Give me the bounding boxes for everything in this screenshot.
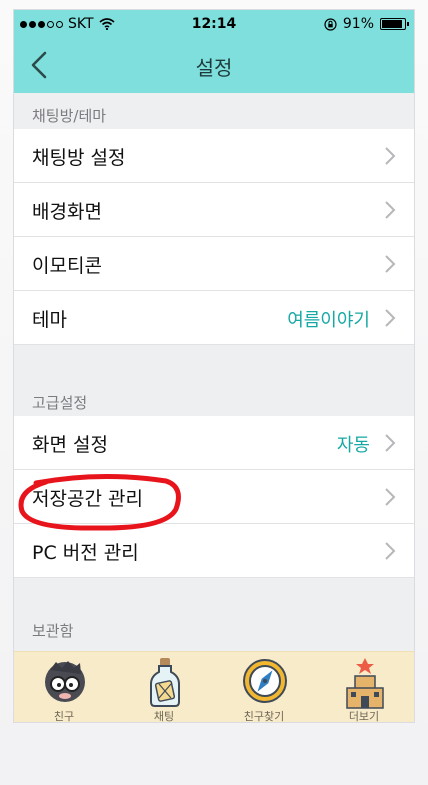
row-label: PC 버전 관리 (32, 542, 139, 564)
screen-settings-value: 자동 (336, 435, 370, 456)
page-title: 설정 (195, 56, 233, 80)
chevron-right-icon (385, 201, 396, 219)
chat-bottle-icon (150, 658, 180, 707)
tab-friends[interactable]: 친구 (14, 652, 114, 722)
row-label: 테마 (32, 309, 67, 331)
section-header-archive: 보관함 (32, 622, 74, 640)
tab-label: 채팅 (153, 710, 175, 722)
row-screen-settings[interactable]: 화면 설정 자동 (14, 416, 414, 470)
tab-more[interactable]: 더보기 (314, 652, 414, 722)
sandcastle-icon (346, 658, 384, 709)
chevron-right-icon (385, 434, 396, 452)
row-emoticon[interactable]: 이모티콘 (14, 237, 414, 291)
tab-chat[interactable]: 채팅 (114, 652, 214, 722)
battery-icon (380, 18, 409, 30)
tab-label: 친구찾기 (243, 710, 285, 722)
chevron-right-icon (385, 147, 396, 165)
tab-label: 친구 (53, 710, 75, 722)
battery-percent: 91% (342, 16, 374, 32)
status-bar: SKT 12:14 91% (14, 10, 414, 38)
theme-value: 여름이야기 (287, 310, 370, 331)
row-label: 채팅방 설정 (32, 147, 126, 169)
row-wallpaper[interactable]: 배경화면 (14, 183, 414, 237)
chevron-right-icon (385, 542, 396, 560)
row-label: 배경화면 (32, 201, 102, 223)
section-header-advanced: 고급설정 (32, 394, 88, 412)
red-annotation-circle (18, 473, 181, 531)
phone-screen: SKT 12:14 91% 설정 채팅방/테마 채팅방 설정 배경화면 이모티콘… (14, 10, 414, 722)
friends-icon (45, 661, 85, 702)
rotation-lock-icon (324, 17, 337, 31)
chevron-right-icon (385, 488, 396, 506)
header-bar: SKT 12:14 91% 설정 (14, 10, 414, 93)
chevron-right-icon (385, 309, 396, 327)
compass-icon (243, 659, 287, 703)
tab-label: 더보기 (348, 710, 380, 722)
row-chatroom-settings[interactable]: 채팅방 설정 (14, 129, 414, 183)
chevron-right-icon (385, 255, 396, 273)
bottom-tab-bar: 친구 채팅 친구찾기 더보기 (14, 651, 414, 722)
row-theme[interactable]: 테마 여름이야기 (14, 291, 414, 345)
screenshot-frame: SKT 12:14 91% 설정 채팅방/테마 채팅방 설정 배경화면 이모티콘… (0, 0, 428, 785)
row-label: 화면 설정 (32, 434, 108, 456)
row-label: 이모티콘 (32, 255, 102, 277)
section-header-chat-theme: 채팅방/테마 (32, 107, 107, 125)
status-right: 91% (324, 16, 409, 32)
tab-find-friends[interactable]: 친구찾기 (214, 652, 314, 722)
